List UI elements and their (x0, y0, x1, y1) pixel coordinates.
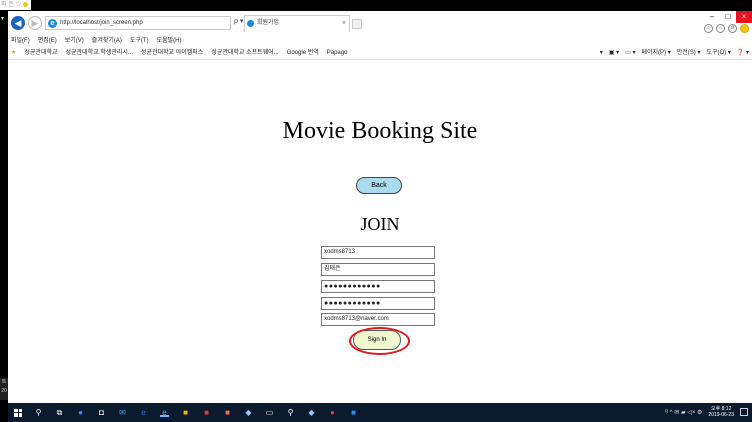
acrobat-icon[interactable]: ■ (202, 408, 211, 417)
favorites-bar: ★ 성균관대학교 성균관대학교 학생관리시... 성균관대학교 아이캠퍼스 성균… (8, 47, 752, 60)
task-view-icon[interactable]: ⧉ (55, 408, 64, 417)
command-feeds-dropdown[interactable]: ▣ ▾ (609, 47, 619, 60)
peek-text-1: 트 (1, 379, 7, 385)
command-home-dropdown[interactable]: ▾ (600, 47, 603, 60)
favorites-star-icon[interactable]: ☆ (716, 24, 725, 33)
caret-down-icon: ▾ (1, 16, 5, 22)
command-page-menu[interactable]: 페이지(P) ▾ (641, 47, 670, 60)
back-button[interactable]: Back (356, 177, 402, 194)
menu-bar: 파일(F) 편집(E) 보기(V) 즐겨찾기(A) 도구(T) 도움말(H) (8, 36, 752, 47)
name-field[interactable]: 김태은 (321, 263, 435, 276)
password-confirm-field[interactable]: ●●●●●●●●●●●● (321, 297, 435, 310)
menu-tools[interactable]: 도구(T) (130, 36, 149, 47)
file-explorer-icon[interactable]: ◆ (244, 408, 253, 417)
close-window-button[interactable]: × (736, 11, 752, 23)
favorite-item[interactable]: 성균관대학교 (24, 47, 57, 60)
clock[interactable]: 오후 8:12 2019-06-23 (708, 406, 734, 418)
email-field[interactable]: xodms8713@naver.com (321, 313, 435, 326)
favorite-item[interactable]: 성균관대학교 아이캠퍼스 (141, 47, 203, 60)
app-icon[interactable]: ● (328, 408, 337, 417)
url-text: http://localhost/join_screen.php (60, 20, 143, 26)
settings-gear-icon[interactable]: ⚙ (728, 24, 737, 33)
word-icon[interactable]: ■ (349, 408, 358, 417)
calculator-icon[interactable]: ▭ (265, 408, 274, 417)
internet-explorer-icon[interactable]: e (160, 408, 169, 417)
edge-icon[interactable]: e (139, 408, 148, 417)
tab-ie-icon (247, 20, 254, 27)
system-tray: ᴿ ^ ✉ ▰ ◁× ⚙ 오후 8:12 2019-06-23 (665, 406, 734, 418)
app-icon[interactable]: ◆ (307, 408, 316, 417)
command-tools-menu[interactable]: 도구(O) ▾ (706, 47, 730, 60)
tab-title: 회원가입 (257, 20, 280, 26)
smiley-icon (23, 1, 29, 7)
favorite-item[interactable]: Google 번역 (287, 47, 319, 60)
windows-taskbar: ⚲ ⧉ ● ◘ ✉ e e ■ ■ ■ ◆ ▭ ⚲ ◆ ● ■ ᴿ ^ ✉ ▰ … (8, 403, 752, 422)
store-icon[interactable]: ◘ (97, 408, 106, 417)
app-icon[interactable]: ■ (223, 408, 232, 417)
highlight-ring-annotation (349, 327, 410, 355)
address-bar[interactable]: e http://localhost/join_screen.php (45, 16, 231, 30)
browser-back-button[interactable]: ◀ (11, 16, 25, 30)
browser-titlebar: ◀ ▶ e http://localhost/join_screen.php ρ… (8, 11, 752, 36)
browser-right-icons: ⌂ ☆ ⚙ (704, 24, 749, 33)
notification-center-icon[interactable] (740, 408, 748, 416)
thumbnail-text: 파 은 ☆ (1, 2, 22, 8)
mail-icon[interactable]: ✉ (118, 408, 127, 417)
windows-start-icon[interactable] (14, 408, 22, 417)
menu-view[interactable]: 보기(V) (65, 36, 84, 47)
background-taskbar-peek: 트 20 (0, 378, 8, 400)
window-controls: – □ × (704, 11, 752, 23)
menu-favorites[interactable]: 즐겨찾기(A) (92, 36, 122, 47)
password-field[interactable]: ●●●●●●●●●●●● (321, 280, 435, 293)
favorite-item[interactable]: 성균관대학교 학생관리시... (66, 47, 133, 60)
background-window-thumbnail: 파 은 ☆ (0, 0, 32, 11)
new-tab-button[interactable] (352, 19, 362, 29)
user-id-field[interactable]: xodms8713 (321, 246, 435, 259)
favorites-star-icon[interactable]: ★ (11, 47, 16, 60)
page-title: Movie Booking Site (282, 118, 478, 144)
browser-window: ◀ ▶ e http://localhost/join_screen.php ρ… (8, 11, 752, 403)
command-safety-menu[interactable]: 안전(S) ▾ (677, 47, 701, 60)
browser-forward-button[interactable]: ▶ (28, 16, 42, 30)
tray-icons[interactable]: ᴿ ^ ✉ ▰ ◁× ⚙ (665, 409, 702, 416)
screen: 파 은 ☆ ▾ 트 20 ◀ ▶ e http://localhost/join… (0, 0, 752, 422)
join-heading: JOIN (360, 214, 400, 234)
clock-date: 2019-06-23 (708, 412, 734, 418)
command-help-menu[interactable]: ❓ ▾ (737, 47, 749, 60)
feedback-smiley-icon[interactable] (740, 24, 749, 33)
menu-help[interactable]: 도움말(H) (157, 36, 182, 47)
sticky-notes-icon[interactable]: ■ (181, 408, 190, 417)
peek-text-2: 20 (1, 388, 7, 394)
command-mail-dropdown[interactable]: ▭ ▾ (625, 47, 635, 60)
maximize-button[interactable]: □ (720, 11, 736, 23)
minimize-button[interactable]: – (704, 11, 720, 23)
chrome-icon[interactable]: ● (76, 408, 85, 417)
search-icon[interactable]: ⚲ (34, 408, 43, 417)
tab-join[interactable]: 회원가입 × (244, 15, 350, 32)
favorite-item[interactable]: 성균관대학교 소프트웨어... (211, 47, 278, 60)
search-tool-icon[interactable]: ⚲ (286, 408, 295, 417)
ie-icon: e (48, 19, 57, 28)
tab-close-icon[interactable]: × (342, 16, 346, 31)
menu-file[interactable]: 파일(F) (11, 36, 30, 47)
arrow-left-icon: ◀ (14, 17, 22, 28)
arrow-right-icon: ▶ (31, 17, 39, 28)
home-icon[interactable]: ⌂ (704, 24, 713, 33)
menu-edit[interactable]: 편집(E) (38, 36, 57, 47)
favorite-item[interactable]: Papago (327, 47, 348, 60)
